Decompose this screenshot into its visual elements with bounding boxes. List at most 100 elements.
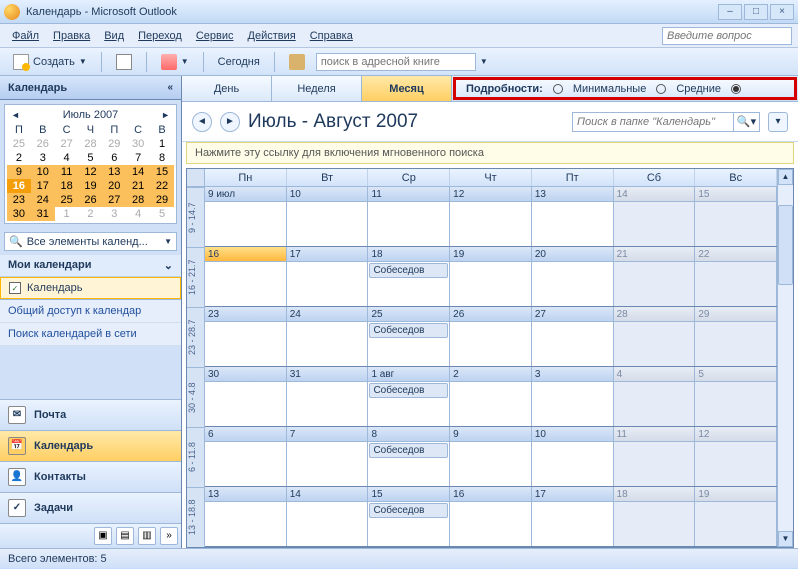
maximize-button[interactable]: □ [744,4,768,20]
mini-cal-day[interactable]: 23 [7,193,31,207]
detail-min-radio[interactable] [553,84,563,94]
scroll-down-button[interactable]: ▼ [778,531,793,547]
menu-view[interactable]: Вид [98,27,130,45]
calendar-cell[interactable]: 26 [450,307,532,366]
calendar-cell[interactable]: 10 [532,427,614,486]
print-button[interactable] [109,51,139,73]
mini-cal-day[interactable]: 5 [150,207,174,221]
calendar-cell[interactable]: 1 авгСобеседов [368,367,450,426]
calendar-cell[interactable]: 12 [695,427,777,486]
share-calendar-link[interactable]: Общий доступ к календар [0,300,181,323]
help-search-input[interactable] [662,27,792,45]
menu-file[interactable]: Файл [6,27,45,45]
mini-cal-day[interactable]: 17 [31,179,55,193]
calendar-cell[interactable]: 25Собеседов [368,307,450,366]
calendar-cell[interactable]: 19 [450,247,532,306]
mini-cal-day[interactable]: 28 [126,193,150,207]
next-range-button[interactable]: ► [220,112,240,132]
mini-cal-day[interactable]: 16 [7,179,31,193]
mini-cal-day[interactable]: 20 [102,179,126,193]
mini-cal-day[interactable]: 2 [79,207,103,221]
calendar-cell[interactable]: 5 [695,367,777,426]
view-day-tab[interactable]: День [182,76,272,101]
mini-cal-day[interactable]: 5 [79,151,103,165]
calendar-event[interactable]: Собеседов [369,503,448,518]
mini-cal-day[interactable]: 21 [126,179,150,193]
mini-cal-day[interactable]: 2 [7,151,31,165]
calendar-cell[interactable]: 3 [532,367,614,426]
checkbox-icon[interactable]: ✓ [9,282,21,294]
mini-cal-day[interactable]: 25 [55,193,79,207]
mini-cal-day[interactable]: 6 [102,151,126,165]
nav-mail[interactable]: ✉Почта [0,399,181,430]
menu-go[interactable]: Переход [132,27,188,45]
new-button[interactable]: Создать ▼ [6,51,94,73]
mini-cal-day[interactable]: 26 [31,137,55,151]
mini-cal-day[interactable]: 12 [79,165,103,179]
calendar-cell[interactable]: 27 [532,307,614,366]
mini-cal-day[interactable]: 9 [7,165,31,179]
calendar-cell[interactable]: 12 [450,187,532,246]
menu-edit[interactable]: Правка [47,27,96,45]
calendar-cell[interactable]: 9 [450,427,532,486]
mini-cal-day[interactable]: 1 [55,207,79,221]
calendar-cell[interactable]: 9 июл [205,187,287,246]
mini-cal-day[interactable]: 4 [126,207,150,221]
address-search-input[interactable] [316,53,476,71]
today-button[interactable]: Сегодня [211,53,267,71]
calendar-cell[interactable]: 2 [450,367,532,426]
calendar-event[interactable]: Собеседов [369,323,448,338]
detail-high-radio[interactable] [731,84,741,94]
search-go-button[interactable]: 🔍▾ [733,113,759,131]
mini-cal-day[interactable]: 19 [79,179,103,193]
calendar-cell[interactable]: 28 [614,307,696,366]
vertical-scrollbar[interactable]: ▲ ▼ [777,169,793,547]
all-calendar-items-dropdown[interactable]: 🔍 Все элементы календ... ▼ [4,232,177,251]
scroll-thumb[interactable] [778,205,793,285]
mini-cal-day[interactable]: 3 [102,207,126,221]
calendar-cell[interactable]: 18Собеседов [368,247,450,306]
calendar-cell[interactable]: 15 [695,187,777,246]
mini-cal-day[interactable]: 27 [102,193,126,207]
calendar-cell[interactable]: 10 [287,187,369,246]
search-calendars-link[interactable]: Поиск календарей в сети [0,323,181,346]
calendar-cell[interactable]: 18 [614,487,696,546]
mini-cal-day[interactable]: 3 [31,151,55,165]
mini-cal-day[interactable]: 26 [79,193,103,207]
calendar-cell[interactable]: 6 [205,427,287,486]
mini-cal-day[interactable]: 8 [150,151,174,165]
calendar-cell[interactable]: 20 [532,247,614,306]
calendar-cell[interactable]: 14 [614,187,696,246]
calendar-item[interactable]: ✓ Календарь [0,277,181,299]
mini-cal-day[interactable]: 24 [31,193,55,207]
scroll-up-button[interactable]: ▲ [778,169,793,185]
mini-cal-day[interactable]: 30 [126,137,150,151]
calendar-cell[interactable]: 21 [614,247,696,306]
calendar-cell[interactable]: 16 [450,487,532,546]
menu-tools[interactable]: Сервис [190,27,240,45]
view-month-tab[interactable]: Месяц [362,76,452,101]
mini-cal-day[interactable]: 28 [79,137,103,151]
view-week-tab[interactable]: Неделя [272,76,362,101]
mini-cal-day[interactable]: 15 [150,165,174,179]
mini-cal-day[interactable]: 13 [102,165,126,179]
calendar-cell[interactable]: 16 [205,247,287,306]
mini-cal-day[interactable]: 18 [55,179,79,193]
address-book-button[interactable] [282,51,312,73]
detail-med-radio[interactable] [656,84,666,94]
calendar-cell[interactable]: 11 [368,187,450,246]
config-icon[interactable]: » [160,527,178,545]
folder-icon[interactable]: ▣ [94,527,112,545]
next-month-button[interactable]: ► [161,110,170,120]
calendar-cell[interactable]: 30 [205,367,287,426]
mini-cal-day[interactable]: 31 [31,207,55,221]
calendar-cell[interactable]: 24 [287,307,369,366]
calendar-cell[interactable]: 13 [532,187,614,246]
calendar-cell[interactable]: 29 [695,307,777,366]
calendar-event[interactable]: Собеседов [369,443,448,458]
chevron-down-icon[interactable]: ▼ [480,57,488,66]
calendar-cell[interactable]: 22 [695,247,777,306]
mini-cal-day[interactable]: 10 [31,165,55,179]
calendar-cell[interactable]: 23 [205,307,287,366]
calendar-cell[interactable]: 17 [287,247,369,306]
